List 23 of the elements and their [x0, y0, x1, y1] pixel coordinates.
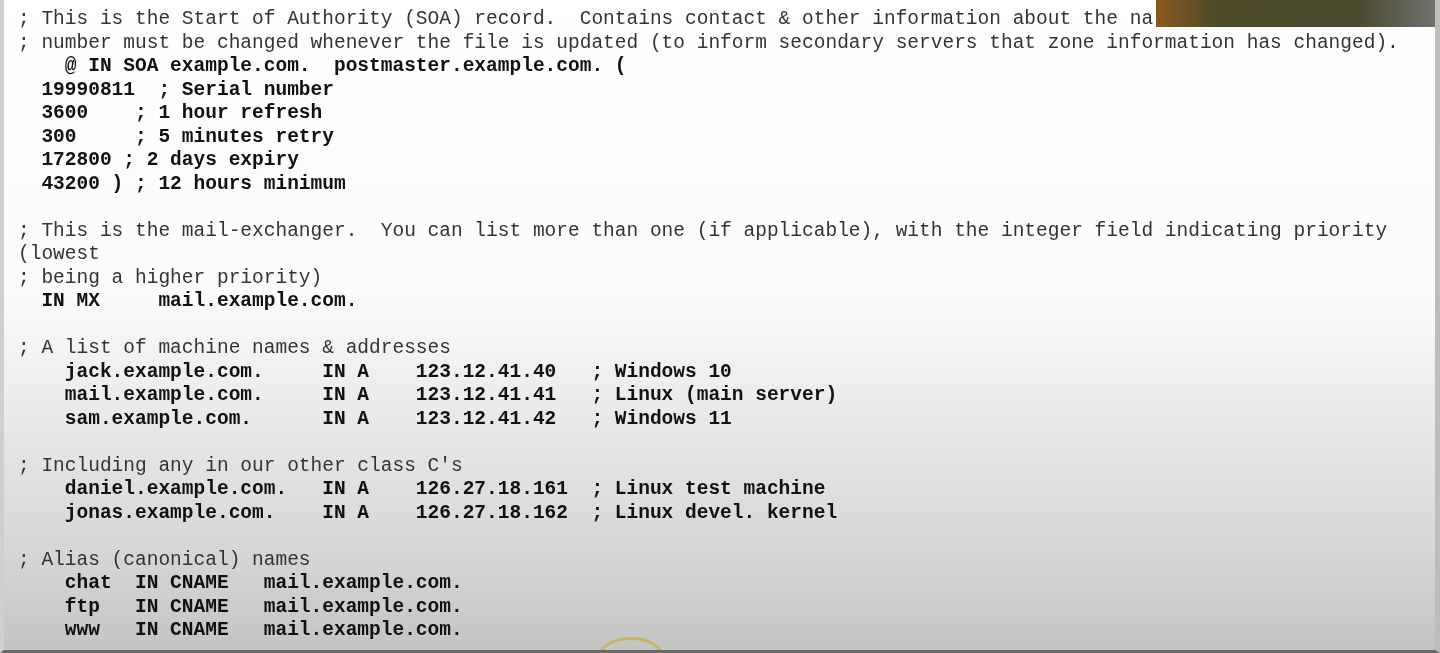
comment-line: ; This is the mail-exchanger. You can list more than one (if applicable), with the integer field indicating priority	[18, 219, 1388, 243]
record-line: 43200 ) ; 12 hours minimum	[40, 172, 346, 196]
comment-line: ; Alias (canonical) names	[18, 548, 311, 572]
comment-line: ; being a higher priority)	[18, 266, 323, 290]
comment-line: ; Including any in our other class C's	[18, 454, 463, 478]
record-line: 172800 ; 2 days expiry	[40, 149, 299, 173]
record-line: daniel.example.com. IN A 126.27.18.161 ; Linux test machine	[63, 478, 826, 502]
record-line: mail.example.com. IN A 123.12.41.41 ; Linux (main server)	[63, 384, 838, 408]
record-line: chat IN CNAME mail.example.com.	[63, 572, 463, 596]
comment-line: ; number must be changed whenever the file is updated (to inform secondary servers that zone information has changed).	[18, 31, 1399, 55]
record-line: 3600 ; 1 hour refresh	[40, 102, 323, 126]
record-line: jack.example.com. IN A 123.12.41.40 ; Windows 10	[63, 360, 732, 384]
record-line: jonas.example.com. IN A 126.27.18.162 ; Linux devel. kernel	[63, 501, 838, 525]
record-line: www IN CNAME mail.example.com.	[63, 619, 463, 643]
record-line: 300 ; 5 minutes retry	[40, 125, 334, 149]
comment-line: ; This is the Start of Authority (SOA) record. Contains contact & other information about the na	[18, 8, 1154, 32]
record-line: 19990811 ; Serial number	[40, 78, 334, 102]
record-line: sam.example.com. IN A 123.12.41.42 ; Windows 11	[63, 407, 732, 431]
record-line: ftp IN CNAME mail.example.com.	[63, 595, 463, 619]
record-line: IN MX mail.example.com.	[40, 290, 358, 314]
comment-line: ; A list of machine names & addresses	[18, 337, 451, 361]
record-line: @ IN SOA example.com. postmaster.example.com. (	[63, 55, 627, 79]
comment-line: (lowest	[18, 243, 100, 267]
